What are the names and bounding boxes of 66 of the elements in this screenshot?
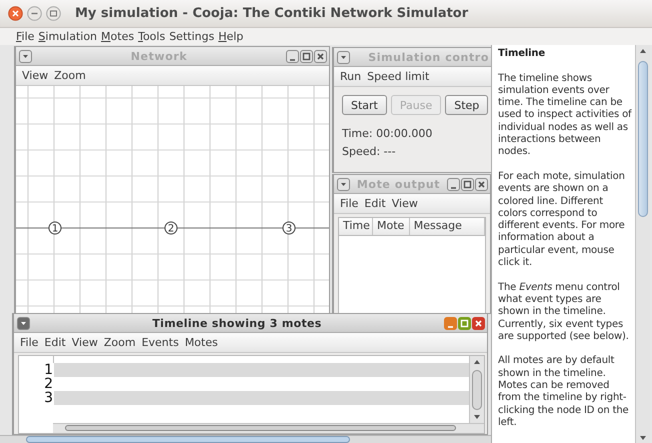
close-icon[interactable] bbox=[475, 178, 488, 190]
window-title: Mote output bbox=[356, 178, 442, 190]
down-arrow-icon[interactable] bbox=[639, 435, 647, 441]
menu-item[interactable]: Motes bbox=[99, 30, 136, 43]
maximize-icon[interactable] bbox=[46, 6, 61, 21]
menu-item[interactable]: View bbox=[388, 197, 421, 210]
menu-item[interactable]: File bbox=[337, 197, 362, 210]
column-header[interactable]: Message bbox=[410, 218, 485, 235]
control-button[interactable]: Start bbox=[342, 95, 387, 115]
menu-item[interactable]: Zoom bbox=[100, 336, 139, 349]
time-label: Time: 00:00.000 bbox=[342, 127, 434, 140]
speed-label: Speed: --- bbox=[342, 145, 397, 158]
menu-item[interactable]: Zoom bbox=[51, 69, 89, 82]
close-icon[interactable] bbox=[8, 6, 23, 21]
mote-node[interactable]: 2 bbox=[164, 222, 178, 234]
help-paragraph: For each mote, simulation events are shown on a colored line. Different colors correspond to different events. For more information about a particular event, mouse click it. bbox=[498, 170, 626, 270]
help-paragraph: All motes are by default shown in the timeline. Motes can be removed from the timeline by right-clicking the node ID on the left. bbox=[498, 355, 630, 430]
menu-item[interactable]: File bbox=[17, 336, 42, 349]
menu-item[interactable]: Run bbox=[337, 70, 364, 83]
control-button[interactable]: Step bbox=[445, 95, 488, 115]
menu-item[interactable]: Motes bbox=[182, 336, 221, 349]
menu-item[interactable]: Simulation bbox=[36, 30, 100, 43]
mote-id[interactable]: 3 bbox=[19, 391, 54, 405]
down-arrow-icon[interactable] bbox=[473, 414, 481, 420]
minimize-icon[interactable] bbox=[444, 316, 457, 330]
scrollbar[interactable] bbox=[53, 423, 484, 433]
menu-item[interactable]: Settings bbox=[167, 30, 216, 43]
menu-item[interactable]: Events bbox=[138, 336, 182, 349]
menu-item[interactable]: File bbox=[14, 30, 36, 43]
window-menu-icon[interactable] bbox=[337, 178, 350, 190]
menu-item[interactable]: Edit bbox=[41, 336, 69, 349]
menu-item[interactable]: Tools bbox=[136, 30, 168, 43]
window-menu-icon[interactable] bbox=[337, 50, 350, 64]
menu-item[interactable]: Speed limit bbox=[364, 70, 432, 83]
mote-id[interactable]: 1 bbox=[19, 363, 54, 377]
close-icon[interactable] bbox=[472, 316, 485, 330]
help-title: Timeline bbox=[498, 48, 546, 60]
menu-item[interactable]: View bbox=[19, 69, 52, 82]
scrollbar[interactable] bbox=[0, 435, 491, 443]
menu-item[interactable]: Help bbox=[216, 30, 246, 43]
window-title: Network bbox=[130, 50, 188, 62]
menu-item[interactable]: View bbox=[68, 336, 101, 349]
maximize-icon[interactable] bbox=[458, 316, 471, 330]
network-canvas[interactable]: 1 2 3 bbox=[16, 86, 329, 320]
column-header[interactable]: Mote bbox=[373, 218, 410, 235]
scrollbar[interactable] bbox=[469, 356, 484, 423]
maximize-icon[interactable] bbox=[461, 178, 474, 190]
window-menu-icon[interactable] bbox=[19, 50, 32, 62]
window-menu-icon[interactable] bbox=[17, 316, 30, 330]
help-paragraph: The Events menu control what event types are shown in the timeline. Currently, six event types are supported (see below). bbox=[498, 282, 630, 344]
window-title: My simulation - Cooja: The Contiki Network Simulator bbox=[75, 6, 468, 21]
maximize-icon[interactable] bbox=[300, 50, 313, 62]
close-icon[interactable] bbox=[314, 50, 327, 62]
menu-item[interactable]: Edit bbox=[361, 197, 389, 210]
scrollbar[interactable] bbox=[635, 45, 650, 443]
up-arrow-icon[interactable] bbox=[639, 48, 647, 54]
minimize-icon[interactable] bbox=[286, 50, 299, 62]
up-arrow-icon[interactable] bbox=[473, 359, 481, 365]
minimize-icon[interactable] bbox=[447, 178, 460, 190]
mote-node[interactable]: 1 bbox=[48, 222, 62, 234]
minimize-icon[interactable] bbox=[27, 6, 42, 21]
column-header[interactable]: Time bbox=[339, 218, 373, 235]
mote-id[interactable]: 2 bbox=[19, 377, 54, 391]
help-paragraph: The timeline shows simulation events over time. The timeline can be used to inspect activities of individual nodes as well as interactions between nodes. bbox=[498, 72, 633, 159]
mote-node[interactable]: 3 bbox=[282, 222, 296, 234]
window-title: Simulation contro bbox=[367, 50, 489, 64]
